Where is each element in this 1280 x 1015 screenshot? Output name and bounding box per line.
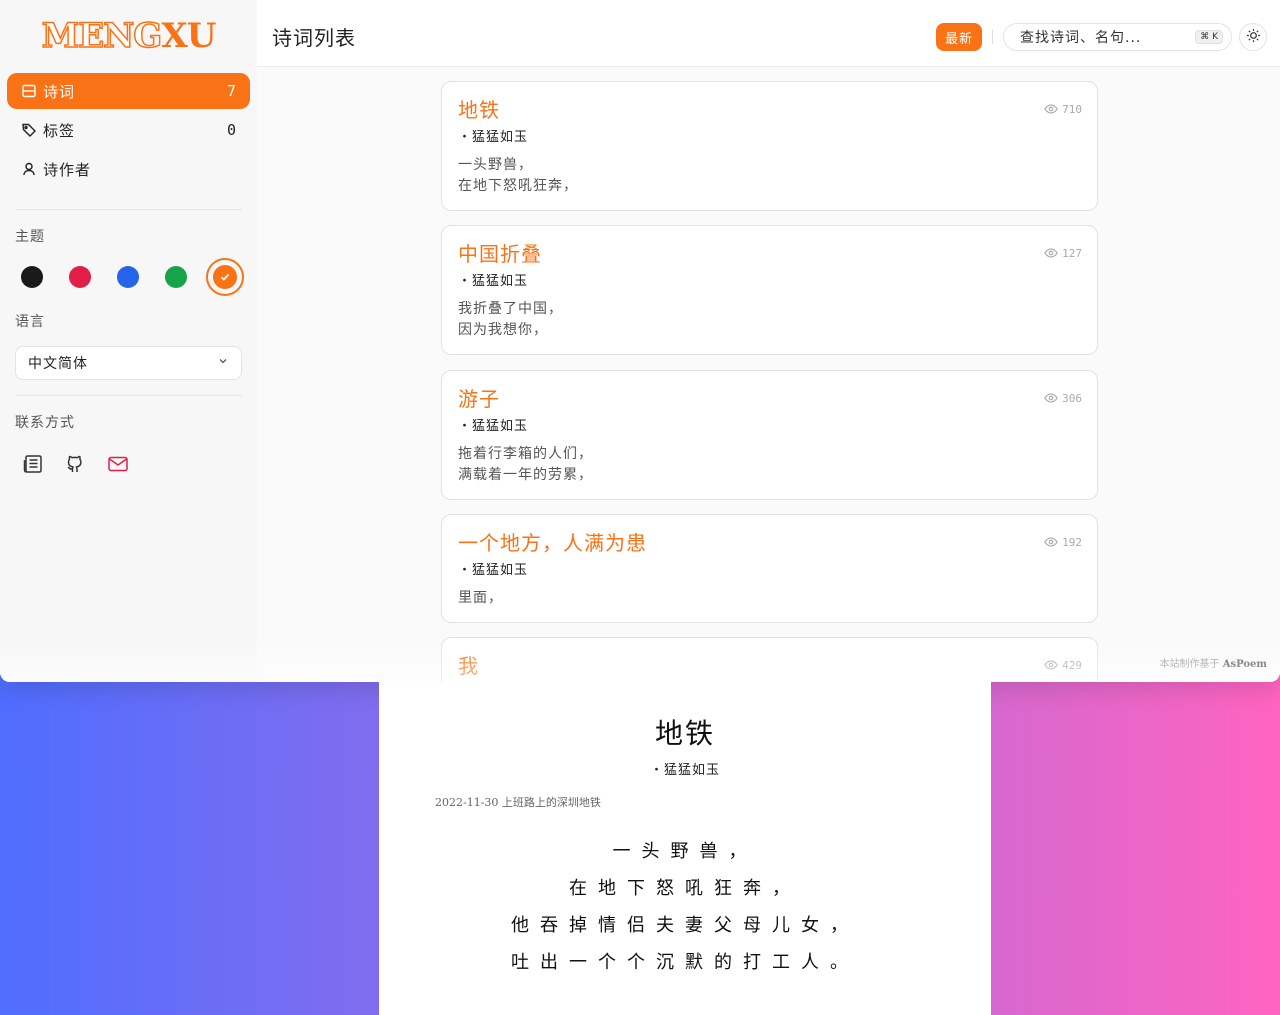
sidebar-item-label: 诗词	[43, 82, 76, 101]
poem-card[interactable]: 中国折叠 ・猛猛如玉 我折叠了中国， 因为我想你， 127	[441, 225, 1098, 355]
sidebar-item-count: 0	[226, 121, 236, 139]
shortcut-badge: ⌘ K	[1195, 30, 1223, 44]
poem-title[interactable]: 一个地方，人满为患	[458, 529, 1081, 557]
poem-author[interactable]: ・猛猛如玉	[458, 270, 1081, 289]
poem-title[interactable]: 游子	[458, 385, 1081, 413]
eye-icon	[1044, 537, 1058, 547]
footer-brand-link[interactable]: AsPoem	[1223, 659, 1267, 670]
poem-card[interactable]: 一个地方，人满为患 ・猛猛如玉 里面， 192	[441, 514, 1098, 623]
theme-toggle-button[interactable]	[1239, 23, 1267, 51]
language-title: 语言	[15, 314, 45, 330]
detail-author: ・猛猛如玉	[649, 763, 720, 778]
view-count-value: 127	[1062, 246, 1082, 260]
detail-line: 一头野兽，	[612, 841, 758, 862]
search-input[interactable]: 查找诗词、名句... ⌘ K	[1003, 23, 1232, 51]
eye-icon	[1044, 660, 1058, 670]
footer-note: 本站制作基于 AsPoem	[1159, 659, 1267, 670]
tag-icon	[21, 122, 37, 138]
poem-list: 地铁 ・猛猛如玉 一头野兽， 在地下怒吼狂奔， 710 中国折叠 ・猛猛如玉 我…	[257, 67, 1280, 682]
language-value: 中文简体	[28, 356, 88, 372]
sidebar-item-label: 诗作者	[43, 160, 92, 179]
divider	[15, 209, 242, 210]
poem-title[interactable]: 地铁	[458, 96, 1081, 124]
github-icon[interactable]	[64, 453, 86, 475]
detail-note: 2022-11-30 上班路上的深圳地铁	[435, 796, 601, 809]
poem-line: 我折叠了中国，	[458, 301, 563, 317]
eye-icon	[1044, 248, 1058, 258]
chevron-down-icon	[217, 355, 229, 371]
theme-swatch-blue[interactable]	[117, 266, 139, 288]
sidebar-item-poems[interactable]: 诗词 7	[7, 73, 250, 109]
poem-line: 里面，	[458, 590, 503, 606]
poem-author[interactable]: ・猛猛如玉	[458, 126, 1081, 145]
logo[interactable]: MENGXU	[0, 14, 257, 58]
theme-swatch-black[interactable]	[21, 266, 43, 288]
poem-author[interactable]: ・猛猛如玉	[458, 415, 1081, 434]
poem-line: 在地下怒吼狂奔，	[458, 178, 578, 194]
view-count: 192	[1044, 535, 1082, 549]
detail-line: 吐出一个个沉默的打工人。	[511, 952, 859, 973]
poem-line: 因为我想你，	[458, 322, 548, 338]
view-count: 429	[1044, 658, 1082, 672]
poem-title[interactable]: 中国折叠	[458, 240, 1081, 268]
eye-icon	[1044, 393, 1058, 403]
view-count-value: 192	[1062, 535, 1082, 549]
poem-line: 一头野兽，	[458, 157, 533, 173]
page-title: 诗词列表	[272, 26, 356, 50]
check-icon	[213, 265, 237, 289]
detail-title: 地铁	[654, 717, 715, 750]
newspaper-icon[interactable]	[22, 453, 44, 475]
view-count: 127	[1044, 246, 1082, 260]
poem-title[interactable]: 我	[458, 652, 1081, 680]
sun-icon	[1246, 28, 1261, 47]
sidebar-item-label: 标签	[43, 121, 76, 140]
poem-detail-panel: 地铁 ・猛猛如玉 2022-11-30 上班路上的深圳地铁 一头野兽， 在地下怒…	[379, 682, 991, 1015]
view-count-value: 710	[1062, 102, 1082, 116]
sidebar-item-count: 7	[226, 82, 236, 100]
poem-author[interactable]: ・猛猛如玉	[458, 559, 1081, 578]
poem-line: 满载着一年的劳累，	[458, 467, 593, 483]
header: 诗词列表 最新 查找诗词、名句... ⌘ K	[257, 0, 1280, 67]
user-icon	[21, 161, 37, 177]
theme-swatch-red[interactable]	[69, 266, 91, 288]
sidebar: MENGXU 诗词 7 标签 0 诗作者 主题 语言 中文简体 联系方式	[0, 0, 257, 682]
contact-title: 联系方式	[15, 415, 75, 431]
poem-card[interactable]: 地铁 ・猛猛如玉 一头野兽， 在地下怒吼狂奔， 710	[441, 81, 1098, 211]
language-select[interactable]: 中文简体	[15, 346, 242, 380]
poem-line: 拖着行李箱的人们，	[458, 446, 593, 462]
search-placeholder: 查找诗词、名句...	[1020, 30, 1142, 46]
mail-icon[interactable]	[107, 453, 129, 475]
view-count: 710	[1044, 102, 1082, 116]
view-count: 306	[1044, 391, 1082, 405]
theme-title: 主题	[15, 229, 45, 245]
eye-icon	[1044, 104, 1058, 114]
view-count-value: 429	[1062, 658, 1082, 672]
poem-card[interactable]: 游子 ・猛猛如玉 拖着行李箱的人们， 满载着一年的劳累， 306	[441, 370, 1098, 500]
app-window: MENGXU 诗词 7 标签 0 诗作者 主题 语言 中文简体 联系方式 诗词列…	[0, 0, 1280, 682]
view-count-value: 306	[1062, 391, 1082, 405]
divider	[15, 395, 242, 396]
detail-line: 他吞掉情侣夫妻父母儿女，	[511, 915, 859, 936]
divider	[992, 30, 993, 44]
latest-button[interactable]: 最新	[936, 23, 982, 51]
sidebar-item-authors[interactable]: 诗作者	[7, 151, 250, 187]
detail-line: 在地下怒吼狂奔，	[569, 878, 801, 899]
poem-card[interactable]: 我 429	[441, 637, 1098, 682]
sidebar-item-tags[interactable]: 标签 0	[7, 112, 250, 148]
layout-icon	[21, 83, 37, 99]
theme-swatch-green[interactable]	[165, 266, 187, 288]
